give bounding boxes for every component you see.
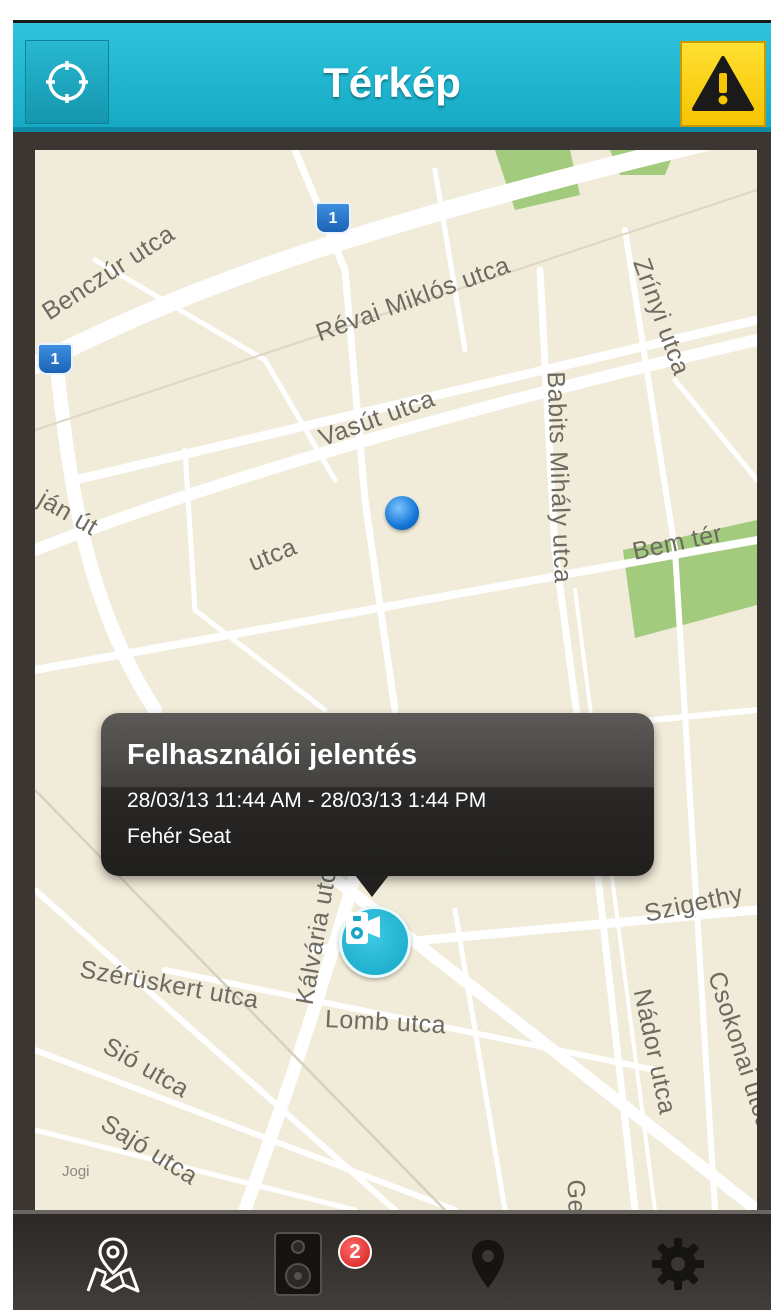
speaker-icon: [274, 1232, 322, 1296]
current-location-dot: [385, 496, 419, 530]
warning-icon: [692, 56, 754, 111]
reports-count-badge: 2: [338, 1235, 372, 1269]
report-callout[interactable]: Felhasználói jelentés 28/03/13 11:44 AM …: [101, 713, 654, 876]
legal-link[interactable]: Jogi: [62, 1163, 90, 1180]
tab-bar: [13, 1210, 771, 1310]
callout-title: Felhasználói jelentés: [127, 739, 418, 771]
top-bar: Térkép: [13, 20, 771, 132]
app-frame: Térkép 1 1 Benczúr utca Révai Miklós utc…: [13, 20, 771, 1310]
callout-description: Fehér Seat: [127, 825, 231, 848]
tab-settings[interactable]: [588, 1214, 768, 1310]
page-title: Térkép: [323, 59, 461, 106]
map-icon: [86, 1237, 140, 1293]
street-label: Ger: [561, 1178, 591, 1210]
route-shield: 1: [315, 202, 351, 234]
speed-camera-icon: [346, 912, 380, 944]
callout-pointer: [355, 875, 389, 897]
top-bar-divider: [13, 127, 771, 132]
map-view[interactable]: 1 1 Benczúr utca Révai Miklós utca Zríny…: [35, 150, 757, 1210]
tab-map[interactable]: [23, 1214, 203, 1310]
route-shield: 1: [37, 343, 73, 375]
gear-icon: [652, 1238, 704, 1290]
report-alert-button[interactable]: [680, 41, 766, 127]
location-pin-icon: [472, 1240, 504, 1288]
tab-places[interactable]: [398, 1214, 578, 1310]
speed-camera-pin[interactable]: [339, 906, 411, 978]
callout-time-range: 28/03/13 11:44 AM - 28/03/13 1:44 PM: [127, 789, 487, 812]
